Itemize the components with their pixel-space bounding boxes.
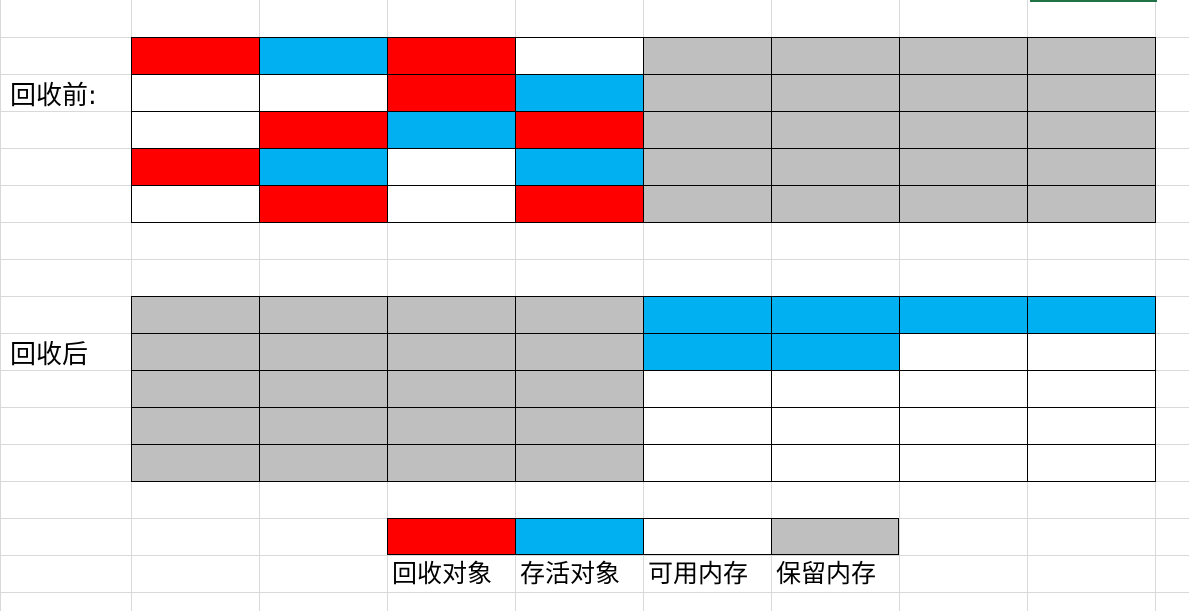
after-cell-free [772, 408, 900, 445]
before-cell-recycled [132, 38, 260, 75]
after-cell-free [900, 371, 1028, 408]
legend-label-reserved: 保留内存 [776, 559, 877, 588]
selected-cell-marker [1030, 0, 1157, 2]
before-cell-recycled [388, 75, 516, 112]
after-cell-reserved [388, 297, 516, 334]
after-cell-free [644, 445, 772, 482]
legend-swatch-free [643, 518, 771, 555]
after-cell-reserved [388, 371, 516, 408]
after-memory-grid [131, 296, 1156, 482]
after-cell-free [1028, 445, 1156, 482]
before-cell-alive [516, 75, 644, 112]
legend-swatch-reserved [771, 518, 899, 555]
after-cell-reserved [260, 445, 388, 482]
before-cell-recycled [260, 112, 388, 149]
after-cell-reserved [260, 297, 388, 334]
before-cell-reserved [644, 149, 772, 186]
after-cell-reserved [516, 334, 644, 371]
after-cell-reserved [132, 371, 260, 408]
before-cell-recycled [260, 186, 388, 223]
after-cell-reserved [260, 371, 388, 408]
after-cell-free [772, 371, 900, 408]
before-cell-recycled [516, 112, 644, 149]
before-memory-grid [131, 37, 1156, 223]
after-cell-alive [1028, 297, 1156, 334]
before-cell-free [388, 149, 516, 186]
before-cell-alive [260, 149, 388, 186]
after-cell-free [772, 445, 900, 482]
after-label: 回收后 [10, 340, 89, 370]
legend-swatch-recycled [387, 518, 515, 555]
after-cell-reserved [516, 408, 644, 445]
legend-label-recycled: 回收对象 [392, 559, 493, 588]
before-cell-free [132, 112, 260, 149]
after-cell-reserved [132, 297, 260, 334]
after-cell-free [1028, 371, 1156, 408]
before-cell-reserved [772, 149, 900, 186]
before-cell-reserved [644, 186, 772, 223]
after-cell-reserved [388, 408, 516, 445]
after-cell-free [900, 408, 1028, 445]
before-label: 回收前: [10, 81, 97, 111]
after-cell-alive [644, 297, 772, 334]
before-cell-free [132, 75, 260, 112]
before-cell-recycled [388, 38, 516, 75]
legend-label-free: 可用内存 [648, 559, 749, 588]
before-cell-reserved [900, 75, 1028, 112]
after-cell-reserved [516, 371, 644, 408]
before-cell-reserved [772, 75, 900, 112]
before-cell-reserved [1028, 149, 1156, 186]
after-cell-reserved [132, 334, 260, 371]
after-cell-alive [772, 334, 900, 371]
after-cell-reserved [132, 408, 260, 445]
after-cell-alive [772, 297, 900, 334]
legend-label-alive: 存活对象 [520, 559, 621, 588]
before-cell-free [516, 38, 644, 75]
after-cell-reserved [516, 445, 644, 482]
after-cell-free [900, 445, 1028, 482]
before-cell-reserved [644, 38, 772, 75]
before-cell-alive [388, 112, 516, 149]
after-cell-reserved [260, 334, 388, 371]
before-cell-alive [260, 38, 388, 75]
after-cell-alive [644, 334, 772, 371]
before-cell-recycled [516, 186, 644, 223]
after-cell-free [644, 371, 772, 408]
before-cell-reserved [900, 38, 1028, 75]
before-cell-reserved [900, 112, 1028, 149]
after-cell-reserved [260, 408, 388, 445]
before-cell-reserved [772, 186, 900, 223]
before-cell-reserved [644, 112, 772, 149]
before-cell-reserved [900, 149, 1028, 186]
after-cell-free [900, 334, 1028, 371]
before-cell-reserved [900, 186, 1028, 223]
after-cell-alive [900, 297, 1028, 334]
after-cell-free [644, 408, 772, 445]
before-cell-recycled [132, 149, 260, 186]
after-cell-reserved [388, 445, 516, 482]
before-cell-reserved [1028, 112, 1156, 149]
legend-swatch-alive [515, 518, 643, 555]
before-cell-free [388, 186, 516, 223]
after-cell-free [1028, 408, 1156, 445]
after-cell-free [1028, 334, 1156, 371]
before-cell-free [260, 75, 388, 112]
before-cell-reserved [1028, 38, 1156, 75]
before-cell-reserved [772, 38, 900, 75]
after-cell-reserved [132, 445, 260, 482]
after-cell-reserved [516, 297, 644, 334]
before-cell-reserved [644, 75, 772, 112]
before-cell-reserved [772, 112, 900, 149]
before-cell-free [132, 186, 260, 223]
before-cell-reserved [1028, 75, 1156, 112]
after-cell-reserved [388, 334, 516, 371]
before-cell-alive [516, 149, 644, 186]
before-cell-reserved [1028, 186, 1156, 223]
legend: 回收对象 存活对象 可用内存 保留内存 [387, 518, 899, 592]
